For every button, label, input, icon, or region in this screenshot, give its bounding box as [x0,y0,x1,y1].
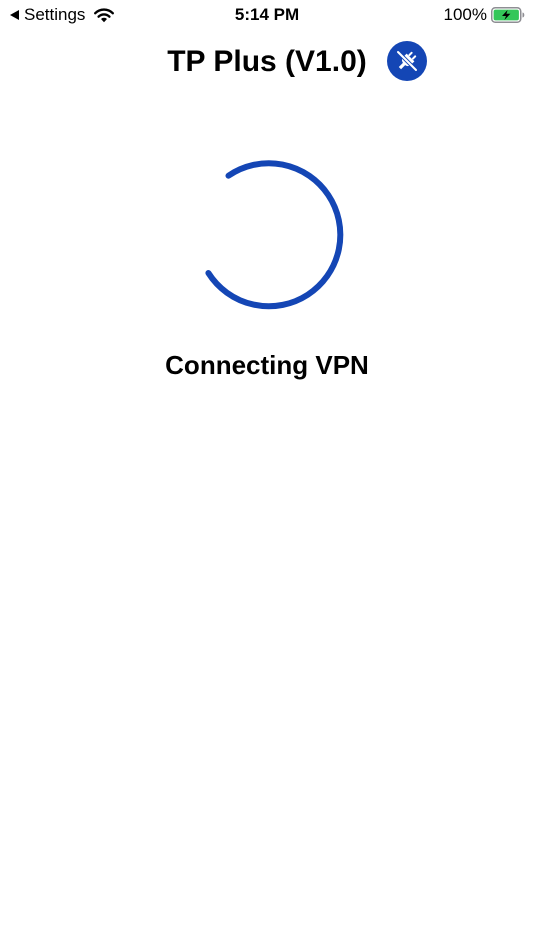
loading-spinner-icon [205,160,344,310]
battery-status: 100% [444,4,525,26]
disconnected-plug-icon [396,50,418,72]
status-bar: Settings 5:14 PM 100% [0,0,534,30]
vpn-status-button[interactable] [387,41,427,81]
header: TP Plus (V1.0) [0,40,534,84]
battery-percent: 100% [443,5,487,24]
battery-charging-icon [491,7,525,23]
app-title: TP Plus (V1.0) [167,45,367,78]
connection-status-text: Connecting VPN [165,350,369,380]
